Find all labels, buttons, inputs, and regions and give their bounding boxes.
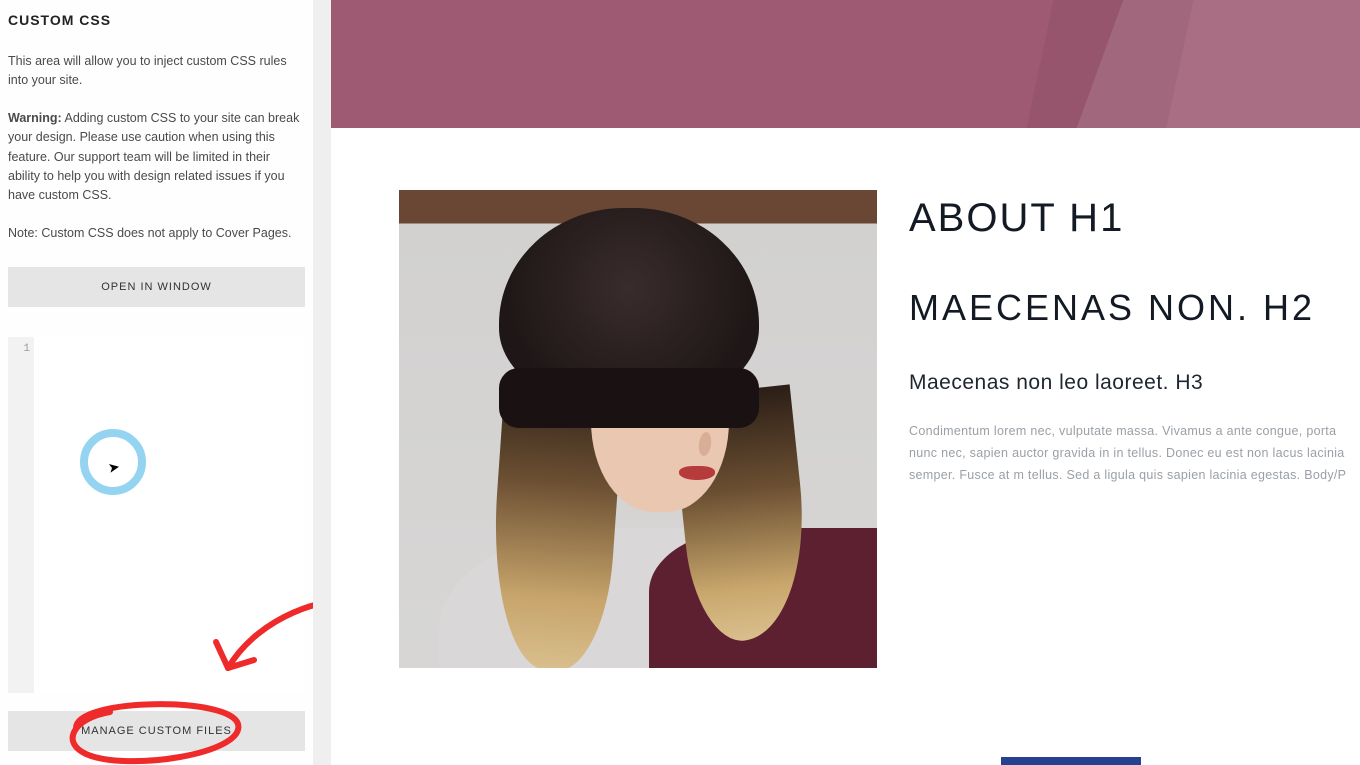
css-code-editor[interactable]: 1 ➤	[8, 337, 305, 693]
editor-code-area[interactable]: ➤	[34, 337, 305, 693]
panel-title: CUSTOM CSS	[8, 12, 305, 28]
about-h2: MAECENAS NON. H2	[909, 287, 1360, 329]
about-h1: ABOUT H1	[909, 196, 1360, 241]
about-text-column: ABOUT H1 MAECENAS NON. H2 Maecenas non l…	[877, 190, 1360, 668]
custom-css-panel: CUSTOM CSS This area will allow you to i…	[0, 0, 313, 765]
about-body-text: Condimentum lorem nec, vulputate massa. …	[909, 421, 1360, 487]
about-section: ABOUT H1 MAECENAS NON. H2 Maecenas non l…	[331, 128, 1360, 728]
panel-intro-text: This area will allow you to inject custo…	[8, 52, 305, 91]
panel-note-text: Note: Custom CSS does not apply to Cover…	[8, 224, 305, 243]
cursor-highlight-icon	[80, 429, 146, 495]
editor-line-number: 1	[8, 343, 30, 355]
preview-canvas[interactable]: ABOUT H1 MAECENAS NON. H2 Maecenas non l…	[331, 0, 1360, 765]
about-h3: Maecenas non leo laoreet. H3	[909, 371, 1360, 395]
about-photo	[399, 190, 877, 668]
preview-gutter	[313, 0, 331, 765]
cursor-pointer-icon: ➤	[107, 458, 122, 477]
open-in-window-button[interactable]: OPEN IN WINDOW	[8, 267, 305, 307]
warning-label: Warning:	[8, 111, 62, 125]
bottom-accent-bar	[1001, 757, 1141, 765]
panel-warning-text: Warning: Adding custom CSS to your site …	[8, 109, 305, 206]
app-root: CUSTOM CSS This area will allow you to i…	[0, 0, 1360, 765]
hero-banner	[331, 0, 1360, 128]
editor-gutter: 1	[8, 337, 34, 693]
manage-custom-files-button[interactable]: MANAGE CUSTOM FILES	[8, 711, 305, 751]
site-preview: ABOUT H1 MAECENAS NON. H2 Maecenas non l…	[313, 0, 1360, 765]
